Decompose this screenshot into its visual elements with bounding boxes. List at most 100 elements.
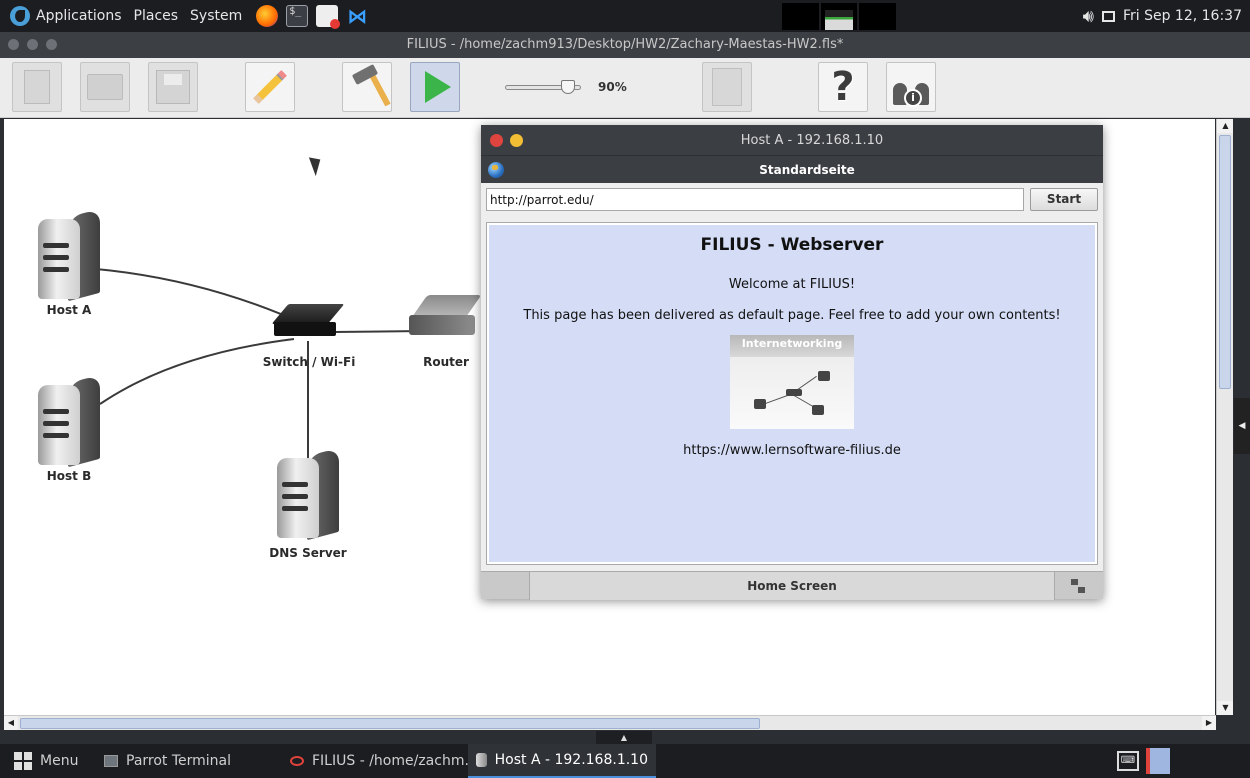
collapse-arrow-icon[interactable]: ▲ [596,731,652,744]
vscode-launcher-icon[interactable]: ⋈ [346,5,368,27]
document-launcher-icon[interactable] [316,5,341,29]
pencil-icon [253,70,287,104]
design-mode-button[interactable] [245,62,295,112]
filius-website-link[interactable]: https://www.lernsoftware-filius.de [489,443,1095,458]
save-file-button[interactable] [148,62,198,112]
node-label: Router [423,355,469,369]
filius-icon [290,756,304,766]
node-host-b[interactable]: Host B [32,374,106,483]
parrot-logo-icon[interactable] [10,6,30,26]
about-button[interactable]: i [886,62,936,112]
keyboard-layout-icon[interactable]: ⌨ [1117,751,1139,771]
menu-places[interactable]: Places [128,0,185,32]
scroll-up-arrow-icon[interactable]: ▲ [1217,119,1234,133]
open-file-button[interactable] [80,62,130,112]
floppy-icon [156,70,190,104]
node-host-a[interactable]: Host A [32,208,106,317]
scroll-down-arrow-icon[interactable]: ▼ [1217,701,1234,715]
question-mark-icon: ? [831,64,855,110]
vertical-scrollbar[interactable]: ▲ ▼ [1216,119,1234,715]
image-caption: Internetworking [730,335,854,357]
server-icon [277,447,339,541]
main-window-titlebar: FILIUS - /home/zachm913/Desktop/HW2/Zach… [0,32,1250,58]
node-dns-server[interactable]: DNS Server [260,447,356,560]
taskbar-task-terminal[interactable]: Parrot Terminal [96,744,239,778]
volume-icon[interactable]: 🔊︎ [1083,6,1094,27]
switch-icon [786,389,802,396]
vertical-scroll-thumb[interactable] [1219,135,1231,389]
page-heading: FILIUS - Webserver [700,235,884,255]
taskbar-task-host-a[interactable]: Host A - 192.168.1.10 [468,744,656,778]
task-label: FILIUS - /home/zachm... [312,753,478,769]
side-panel-handle-icon[interactable]: ◀ [1234,398,1250,454]
browser-titlebar: Host A - 192.168.1.10 [481,125,1103,155]
terminal-launcher-icon[interactable]: $_ [286,5,309,27]
server-icon [38,208,100,302]
browser-window: Host A - 192.168.1.10 Standardseite Star… [481,125,1103,600]
folder-icon [87,74,123,100]
hammer-icon [349,64,391,107]
network-status-icon[interactable] [1071,579,1085,593]
play-icon [425,71,451,103]
menu-applications[interactable]: Applications [30,0,128,32]
switch-icon [271,300,345,340]
terminal-icon [104,755,118,767]
browser-title: Host A - 192.168.1.10 [740,133,884,148]
node-label: DNS Server [269,546,347,560]
cpu-graph-segment [821,3,860,30]
taskbar-menu-button[interactable]: Menu [6,744,86,778]
horizontal-scrollbar[interactable]: ◀ ▶ [4,715,1216,730]
browser-subtitle: Standardseite [759,163,855,177]
web-page: FILIUS - Webserver Welcome at FILIUS! Th… [489,225,1095,562]
zoom-slider-thumb[interactable] [561,80,575,94]
horizontal-scroll-thumb[interactable] [20,718,760,729]
zoom-slider[interactable] [505,80,587,94]
documentation-icon [712,68,742,106]
taskbar-menu-label: Menu [40,753,79,769]
task-label: Host A - 192.168.1.10 [494,752,648,768]
node-label: Host B [46,469,92,483]
host-icon [476,753,487,767]
scroll-left-arrow-icon[interactable]: ◀ [4,716,18,730]
zoom-level-label: 90% [598,80,627,94]
firefox-launcher-icon[interactable] [256,5,279,27]
server-icon [818,371,830,381]
url-input[interactable] [486,188,1024,211]
home-screen-tab[interactable]: Home Screen [529,572,1055,600]
scroll-right-arrow-icon[interactable]: ▶ [1202,716,1216,730]
page-welcome-text: Welcome at FILIUS! [728,277,856,292]
laptop-icon [754,399,766,409]
taskbar: Menu Parrot Terminal FILIUS - /home/zach… [0,744,1250,778]
node-label: Host A [46,303,92,317]
internetworking-image: Internetworking [730,335,854,429]
top-panel: Applications Places System $_ ⋈ 🔊︎ Fri S… [0,0,1250,32]
simulation-mode-button[interactable] [410,62,460,112]
task-label: Parrot Terminal [126,753,232,769]
web-page-frame[interactable]: FILIUS - Webserver Welcome at FILIUS! Th… [486,222,1098,565]
info-people-icon: i [891,69,931,107]
new-file-icon [24,70,50,104]
workspace-switcher-icon[interactable] [1146,748,1170,774]
hammer-button[interactable] [342,62,392,112]
browser-subtitle-bar: Standardseite [481,155,1103,183]
main-window-title: FILIUS - /home/zachm913/Desktop/HW2/Zach… [406,37,844,52]
new-file-button[interactable] [12,62,62,112]
taskbar-task-filius[interactable]: FILIUS - /home/zachm... [282,744,486,778]
router-icon [409,295,483,335]
grid-menu-icon [14,752,32,770]
start-button[interactable]: Start [1030,188,1098,211]
documentation-button[interactable] [702,62,752,112]
node-label: Switch / Wi-Fi [262,355,356,369]
menu-system[interactable]: System [184,0,248,32]
server-icon [38,374,100,468]
cpu-monitor [782,3,899,30]
clock[interactable]: Fri Sep 12, 16:37 [1123,8,1242,24]
screen-icon[interactable] [1101,10,1115,22]
browser-bottom-bar: Home Screen [481,571,1103,600]
cpu-graph-segment [859,3,899,30]
server-icon [812,405,824,415]
help-button[interactable]: ? [818,62,868,112]
node-switch[interactable]: Switch / Wi-Fi [254,300,364,369]
node-router[interactable]: Router [406,295,486,369]
page-body-text: This page has been delivered as default … [523,308,1061,323]
